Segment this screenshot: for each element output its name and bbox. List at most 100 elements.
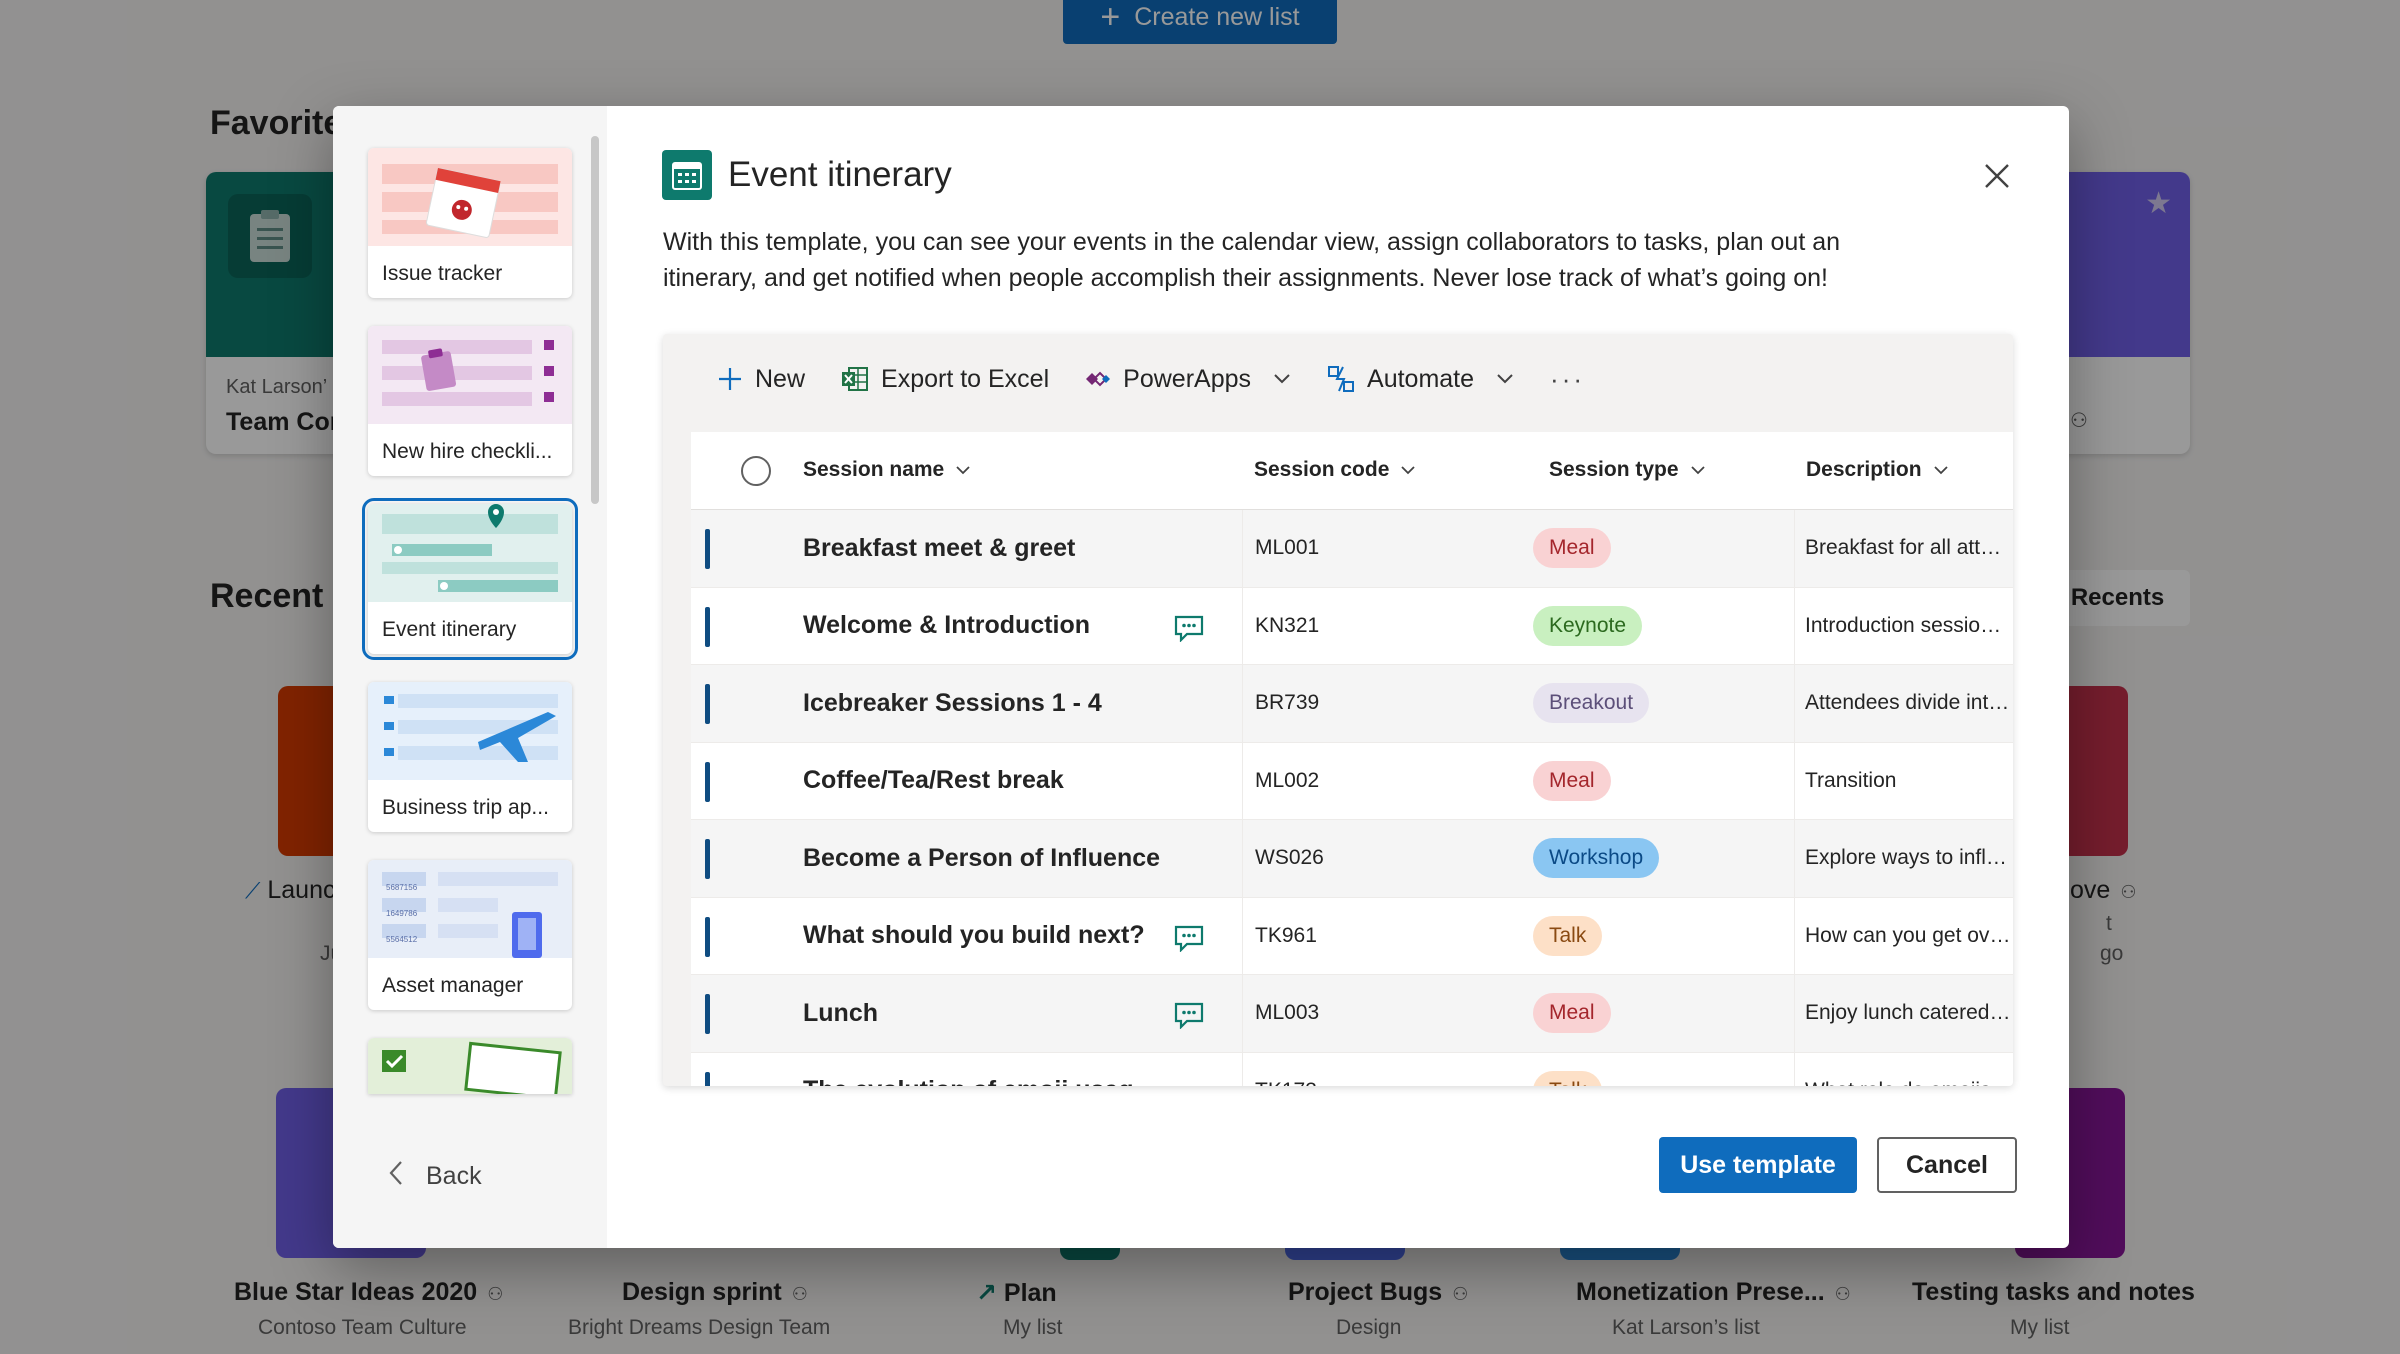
template-card-new-hire-checklist[interactable]: New hire checkli... xyxy=(368,326,572,476)
dialog-description: With this template, you can see your eve… xyxy=(663,228,1841,292)
session-type-pill: Meal xyxy=(1533,993,1611,1034)
description-cell: What role do emojis... xyxy=(1794,1052,2012,1086)
description-cell: Transition xyxy=(1794,742,2012,819)
table-row[interactable]: Welcome & Introduction KN321 Keynote Introd… xyxy=(691,587,2013,665)
table-row[interactable]: Become a Person of Influence WS026 Worksho… xyxy=(691,820,2013,898)
session-type-cell: Talk xyxy=(1533,1053,1603,1086)
session-name-cell: Breakfast meet & greet xyxy=(803,533,1076,562)
close-icon xyxy=(1985,164,2009,188)
session-name-cell: Lunch xyxy=(803,998,878,1027)
comment-icon[interactable] xyxy=(1173,614,1205,643)
issue-tracker-thumbnail xyxy=(368,148,572,246)
comment-icon[interactable] xyxy=(1173,924,1205,953)
chevron-left-icon xyxy=(388,1160,404,1193)
session-code-cell: TK961 xyxy=(1242,897,1317,974)
template-card-asset-manager[interactable]: 5687156 1649786 5564512 Asset manager xyxy=(368,860,572,1010)
close-button[interactable] xyxy=(1979,158,2015,194)
automate-icon xyxy=(1327,365,1355,393)
session-type-pill: Talk xyxy=(1533,1070,1603,1086)
session-type-cell: Meal xyxy=(1533,510,1611,587)
dialog-header: Event itinerary xyxy=(662,150,952,200)
back-button[interactable]: Back xyxy=(388,1160,482,1193)
column-header-session-type[interactable]: Session type xyxy=(1549,458,1705,482)
table-row[interactable]: Icebreaker Sessions 1 - 4 BR739 Breakout At… xyxy=(691,665,2013,743)
asset-numbers: 5687156 1649786 5564512 xyxy=(386,883,418,944)
automate-label: Automate xyxy=(1367,364,1475,393)
session-name-cell: What should you build next? xyxy=(803,921,1145,950)
select-all-checkbox[interactable] xyxy=(741,456,771,486)
description-cell: Introduction session ... xyxy=(1794,587,2012,664)
more-options-button[interactable]: ··· xyxy=(1550,364,1585,395)
row-indicator xyxy=(705,606,710,647)
business-trip-thumbnail xyxy=(368,682,572,780)
new-button[interactable]: New xyxy=(717,365,805,394)
chevron-down-icon xyxy=(1933,466,1948,475)
session-code-cell: TK173 xyxy=(1242,1052,1317,1086)
table-row[interactable]: Breakfast meet & greet ML001 Meal Breakfast… xyxy=(691,510,2013,588)
session-name-cell: The evolution of emoji usag xyxy=(803,1053,1134,1086)
table-row[interactable]: Coffee/Tea/Rest break ML002 Meal Transition xyxy=(691,742,2013,820)
powerapps-icon xyxy=(1085,368,1111,390)
chevron-down-icon xyxy=(1496,373,1514,385)
session-type-cell: Meal xyxy=(1533,743,1611,820)
session-type-cell: Meal xyxy=(1533,975,1611,1052)
grid-header: Session name Session code Session type D… xyxy=(691,432,2013,510)
table-row[interactable]: What should you build next? TK961 Talk How … xyxy=(691,897,2013,975)
sidebar-scrollbar[interactable] xyxy=(591,136,599,504)
automate-button[interactable]: Automate xyxy=(1327,365,1514,394)
template-card-event-itinerary[interactable]: Event itinerary xyxy=(362,498,578,660)
plus-icon xyxy=(717,366,743,392)
column-header-session-code[interactable]: Session code xyxy=(1254,458,1416,482)
session-code-cell: KN321 xyxy=(1242,587,1319,664)
template-card-label: Issue tracker xyxy=(382,262,503,285)
column-header-session-name[interactable]: Session name xyxy=(803,458,970,482)
session-type-pill: Meal xyxy=(1533,760,1611,801)
description-cell: Attendees divide into... xyxy=(1794,665,2012,742)
session-type-cell: Talk xyxy=(1533,898,1603,975)
new-label: New xyxy=(755,364,806,393)
description-cell: Breakfast for all atten... xyxy=(1794,510,2012,587)
session-type-pill: Keynote xyxy=(1533,605,1643,646)
export-to-excel-button[interactable]: Export to Excel xyxy=(841,365,1049,394)
session-name-cell: Icebreaker Sessions 1 - 4 xyxy=(803,688,1102,717)
template-card-business-trip[interactable]: Business trip ap... xyxy=(368,682,572,832)
description-cell: How can you get over... xyxy=(1794,897,2012,974)
template-card-partial[interactable] xyxy=(368,1038,572,1094)
session-type-pill: Workshop xyxy=(1533,838,1660,879)
session-name-cell: Coffee/Tea/Rest break xyxy=(803,766,1064,795)
cancel-button[interactable]: Cancel xyxy=(1877,1137,2017,1193)
session-code-cell: BR739 xyxy=(1242,665,1319,742)
template-dialog: Issue tracker New hire checkli... Event … xyxy=(333,106,2069,1248)
session-code-cell: ML002 xyxy=(1242,742,1319,819)
chevron-down-icon xyxy=(956,466,970,475)
use-template-button[interactable]: Use template xyxy=(1659,1137,1857,1193)
chevron-down-icon xyxy=(1401,466,1416,475)
template-card-label: New hire checkli... xyxy=(382,440,553,463)
comment-icon[interactable] xyxy=(1173,1001,1205,1030)
table-row[interactable]: Lunch ML003 Meal Enjoy lunch catered b... xyxy=(691,975,2013,1053)
list-preview: New Export to Excel PowerApps Automate ·… xyxy=(663,334,2013,1086)
row-indicator xyxy=(705,761,710,802)
chevron-down-icon xyxy=(1273,373,1291,385)
chevron-down-icon xyxy=(1690,466,1705,475)
export-label: Export to Excel xyxy=(881,364,1050,393)
list-grid: Session name Session code Session type D… xyxy=(691,432,2013,1086)
row-indicator xyxy=(705,839,710,879)
row-indicator xyxy=(705,529,710,569)
description-cell: Explore ways to influe... xyxy=(1794,820,2012,897)
row-indicator xyxy=(705,916,710,957)
template-card-label: Business trip ap... xyxy=(382,796,549,819)
template-card-issue-tracker[interactable]: Issue tracker xyxy=(368,148,572,298)
column-header-description[interactable]: Description xyxy=(1806,458,1948,482)
description-cell: Enjoy lunch catered b... xyxy=(1794,975,2012,1052)
session-type-pill: Breakout xyxy=(1533,683,1650,724)
powerapps-button[interactable]: PowerApps xyxy=(1085,365,1291,394)
row-indicator xyxy=(705,994,710,1034)
session-type-cell: Workshop xyxy=(1533,820,1660,897)
partial-template-thumbnail xyxy=(368,1038,572,1094)
template-card-label: Event itinerary xyxy=(382,618,517,641)
table-row[interactable]: The evolution of emoji usag TK173 Talk What… xyxy=(691,1052,2013,1086)
back-label: Back xyxy=(426,1162,482,1190)
row-indicator xyxy=(705,1071,710,1086)
event-itinerary-thumbnail xyxy=(368,504,572,602)
